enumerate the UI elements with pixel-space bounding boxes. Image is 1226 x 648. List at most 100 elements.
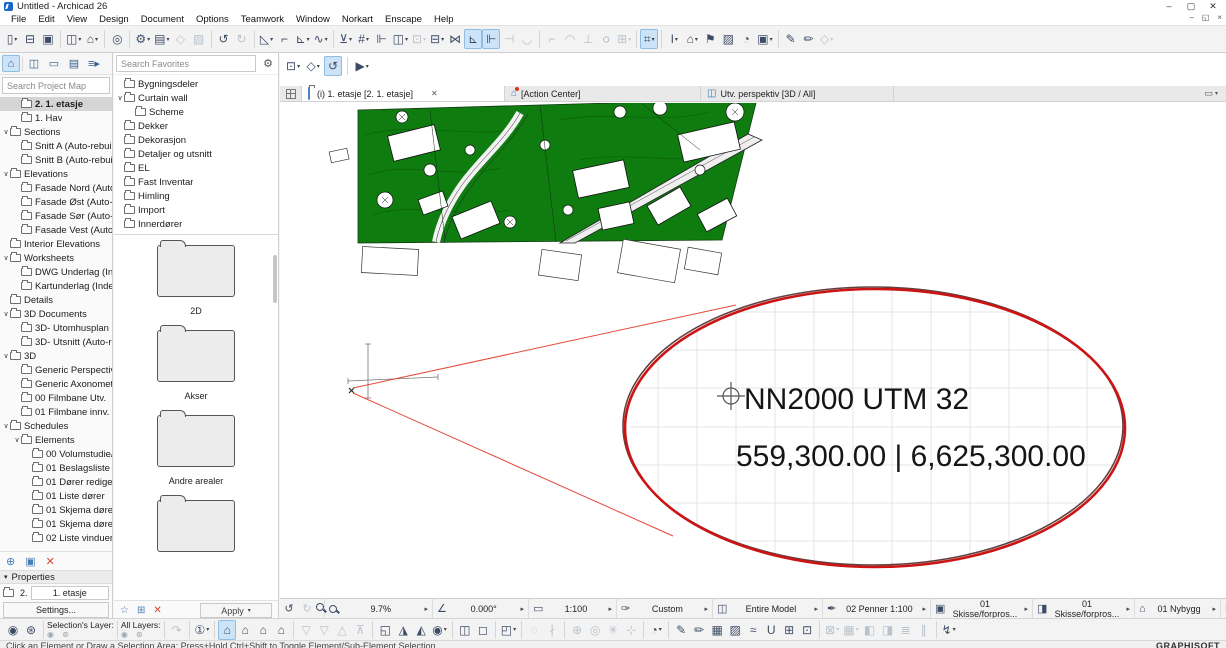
- publish-button[interactable]: ⌂▾: [83, 29, 101, 49]
- marquee-coordinates-button[interactable]: ⌗▾: [640, 29, 658, 49]
- menu-view[interactable]: View: [61, 14, 93, 25]
- library-manager-button[interactable]: ▤▾: [152, 29, 171, 49]
- project-tree-item[interactable]: 01 Skjema dører (: [0, 517, 112, 531]
- favorites-tree-item[interactable]: Bygningsdeler: [114, 77, 278, 91]
- send-back-button[interactable]: ▽: [297, 620, 315, 640]
- maximize-button[interactable]: ▢: [1180, 0, 1202, 12]
- rotate-button[interactable]: ◠: [561, 29, 579, 49]
- tab-2[interactable]: ⌂[Action Center]: [505, 86, 701, 101]
- element-info-button[interactable]: ①▾: [193, 620, 212, 640]
- brush-button[interactable]: ✏: [690, 620, 708, 640]
- fill-settings-button[interactable]: ▨: [719, 29, 737, 49]
- search-favorites-input[interactable]: Search Favorites: [116, 55, 256, 72]
- undo-button[interactable]: ↺: [215, 29, 233, 49]
- favorites-settings-gear-icon[interactable]: ⚙: [258, 55, 278, 72]
- favorites-tree-item[interactable]: Dekker: [114, 119, 278, 133]
- fillet-button[interactable]: ◡: [518, 29, 536, 49]
- camera-button[interactable]: ◔▾: [647, 620, 665, 640]
- stretch-button[interactable]: ⋈: [446, 29, 464, 49]
- item-name-field[interactable]: 1. etasje: [31, 586, 109, 600]
- project-tree-item[interactable]: 02 Liste vinduer: [0, 531, 112, 545]
- tab-3[interactable]: ◫Utv. perspektiv [3D / All]: [701, 86, 894, 101]
- arrow-tool-button[interactable]: ▶▾: [353, 56, 371, 76]
- favorites-tree-item[interactable]: Import: [114, 203, 278, 217]
- collapse-icon[interactable]: ∨: [2, 310, 10, 318]
- new-folder-icon[interactable]: ⊞: [137, 605, 145, 616]
- trim-button[interactable]: ⊾: [464, 29, 482, 49]
- project-tree-item[interactable]: 00 Volumstudie/k: [0, 447, 112, 461]
- project-tree-item[interactable]: Snitt B (Auto-rebuil: [0, 153, 112, 167]
- profile-manager-button[interactable]: I▾: [665, 29, 683, 49]
- favorites-tree-item[interactable]: ∨Curtain wall: [114, 91, 278, 105]
- collapse-icon[interactable]: ∨: [13, 436, 21, 444]
- collapse-icon[interactable]: ∨: [2, 254, 10, 262]
- zones-button[interactable]: ⊞: [780, 620, 798, 640]
- project-tree-item[interactable]: ∨Elements: [0, 433, 112, 447]
- collapse-icon[interactable]: ∨: [116, 94, 124, 102]
- collapse-icon[interactable]: ∨: [2, 128, 10, 136]
- close-button[interactable]: ✕: [1202, 0, 1224, 12]
- menu-file[interactable]: File: [5, 14, 32, 25]
- flag-button[interactable]: ⚑: [701, 29, 719, 49]
- layout-book-icon[interactable]: ▭: [45, 55, 63, 72]
- guide-lines-button[interactable]: ⌐: [276, 29, 294, 49]
- menu-options[interactable]: Options: [190, 14, 235, 25]
- pickup-parameters-button[interactable]: ◇: [172, 29, 190, 49]
- navigator-menu-icon[interactable]: ≡▸: [85, 55, 103, 72]
- project-tree-item[interactable]: 01 Dører redigeri: [0, 475, 112, 489]
- pen-set-control[interactable]: ✒ 02 Penner 1:100 ▸: [822, 599, 930, 618]
- element-options-button[interactable]: ◰▾: [499, 620, 518, 640]
- figure-button[interactable]: ▣▾: [755, 29, 774, 49]
- project-tree-item[interactable]: 3D- Utomhusplan (: [0, 321, 112, 335]
- favorite-folder-thumbnail[interactable]: 2D: [114, 245, 278, 316]
- snap-points-button[interactable]: ◫▾: [391, 29, 410, 49]
- wave-button[interactable]: ≈: [744, 620, 762, 640]
- tab-list-button[interactable]: ▭ ▾: [1196, 86, 1226, 101]
- split-button[interactable]: ⊩: [482, 29, 500, 49]
- quick-lock-button[interactable]: ⊛: [22, 620, 40, 640]
- tab-organizer-button[interactable]: [280, 86, 302, 101]
- bring-forward-button[interactable]: △: [333, 620, 351, 640]
- redo-button[interactable]: ↻: [233, 29, 251, 49]
- project-tree-item[interactable]: Snitt A (Auto-rebuil: [0, 139, 112, 153]
- view-settings-icon[interactable]: ▣: [25, 555, 35, 568]
- doc-close-button[interactable]: ×: [1217, 13, 1222, 22]
- find-select-button[interactable]: ◎: [108, 29, 126, 49]
- snap-grid-button[interactable]: #▾: [355, 29, 373, 49]
- collapse-icon[interactable]: ∨: [2, 170, 10, 178]
- project-tree-item[interactable]: ∨Schedules: [0, 419, 112, 433]
- project-tree-item[interactable]: 01 Beslagsliste dø: [0, 461, 112, 475]
- drawing-canvas[interactable]: NN2000 UTM 32 559,300.00 | 6,625,300.00: [280, 103, 1226, 598]
- project-tree-item[interactable]: 01 Skjema dører (: [0, 503, 112, 517]
- adjust-button[interactable]: ⊣: [500, 29, 518, 49]
- favorites-tree-item[interactable]: Dekorasjon: [114, 133, 278, 147]
- quick-show-button[interactable]: ◉: [4, 620, 22, 640]
- project-tree-item[interactable]: Fasade Sør (Auto-re: [0, 209, 112, 223]
- transfer-settings-button[interactable]: ◇▾: [818, 29, 836, 49]
- zoom-in-icon[interactable]: [316, 603, 324, 614]
- camera-path-button[interactable]: ◎: [586, 620, 604, 640]
- project-tree-item[interactable]: Details: [0, 293, 112, 307]
- menu-teamwork[interactable]: Teamwork: [235, 14, 290, 25]
- selection-layer-toggle-icons[interactable]: ◉ ⊛: [47, 630, 114, 639]
- render-button[interactable]: ◭: [412, 620, 430, 640]
- lock-story-button[interactable]: ⌂: [272, 620, 290, 640]
- project-tree-item[interactable]: Fasade Øst (Auto-re: [0, 195, 112, 209]
- show-home-button[interactable]: ⌂: [236, 620, 254, 640]
- favorites-tree-item[interactable]: EL: [114, 161, 278, 175]
- project-tree-item[interactable]: Fasade Vest (Auto-r: [0, 223, 112, 237]
- guide-segment-button[interactable]: ⊩: [373, 29, 391, 49]
- save-button[interactable]: ⊟: [21, 29, 39, 49]
- doc-minimize-button[interactable]: ‒: [1189, 13, 1193, 22]
- snap-reference-button[interactable]: ⊾▾: [294, 29, 312, 49]
- renovation-filter-control[interactable]: ⌂ 01 Nybygg ▸: [1134, 599, 1220, 618]
- layers-dialog-button[interactable]: ◉▾: [430, 620, 449, 640]
- view-map-icon[interactable]: ◫: [25, 55, 43, 72]
- copy-options-button[interactable]: ◫▾: [64, 29, 83, 49]
- project-tree-item[interactable]: ∨3D Documents: [0, 307, 112, 321]
- menu-enscape[interactable]: Enscape: [379, 14, 428, 25]
- hatch-angle-button[interactable]: ▨: [726, 620, 744, 640]
- collapse-icon[interactable]: ∨: [2, 352, 10, 360]
- menu-design[interactable]: Design: [93, 14, 135, 25]
- favorite-folder-thumbnail[interactable]: Akser: [114, 330, 278, 401]
